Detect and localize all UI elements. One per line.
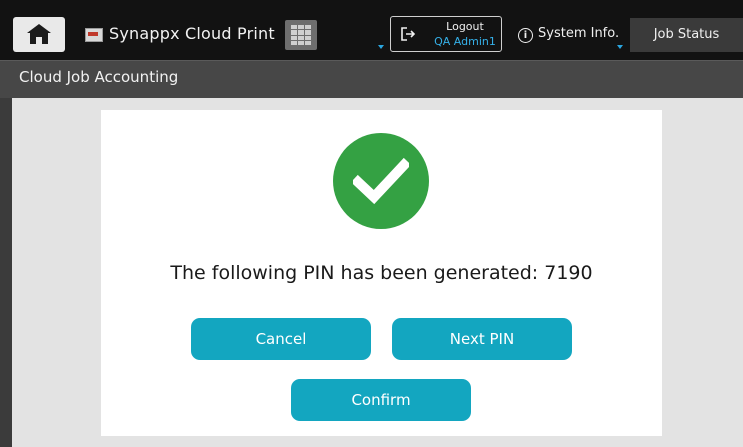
system-info-button[interactable]: i System Info. [518,26,619,43]
dropdown-indicator [378,45,384,49]
logout-icon [401,27,416,41]
home-icon [27,24,51,44]
pin-message: The following PIN has been generated: 71… [170,262,593,284]
page-title: Cloud Job Accounting [19,68,179,86]
success-badge [333,133,429,229]
job-status-button[interactable]: Job Status [630,18,743,52]
checkmark-icon [353,157,409,205]
device-screen: Synappx Cloud Print Logout QA Admin1 i Sy… [0,0,743,447]
job-status-label: Job Status [653,27,720,42]
keypad-button[interactable] [285,20,317,50]
dropdown-indicator [617,45,623,49]
cancel-button[interactable]: Cancel [191,318,371,360]
app-icon [85,28,103,42]
home-button[interactable] [13,17,65,52]
logged-in-user: QA Admin1 [434,35,496,48]
next-pin-button[interactable]: Next PIN [392,318,572,360]
pin-generated-dialog: The following PIN has been generated: 71… [101,110,662,436]
info-icon: i [518,28,533,43]
top-bar: Synappx Cloud Print Logout QA Admin1 i Sy… [0,0,743,60]
keypad-icon [291,25,311,45]
app-title: Synappx Cloud Print [109,24,275,43]
logout-label: Logout [446,20,484,33]
screen-header: Cloud Job Accounting [0,60,743,98]
confirm-button[interactable]: Confirm [291,379,471,421]
system-info-label: System Info. [538,26,620,41]
logout-button[interactable]: Logout QA Admin1 [390,16,502,52]
